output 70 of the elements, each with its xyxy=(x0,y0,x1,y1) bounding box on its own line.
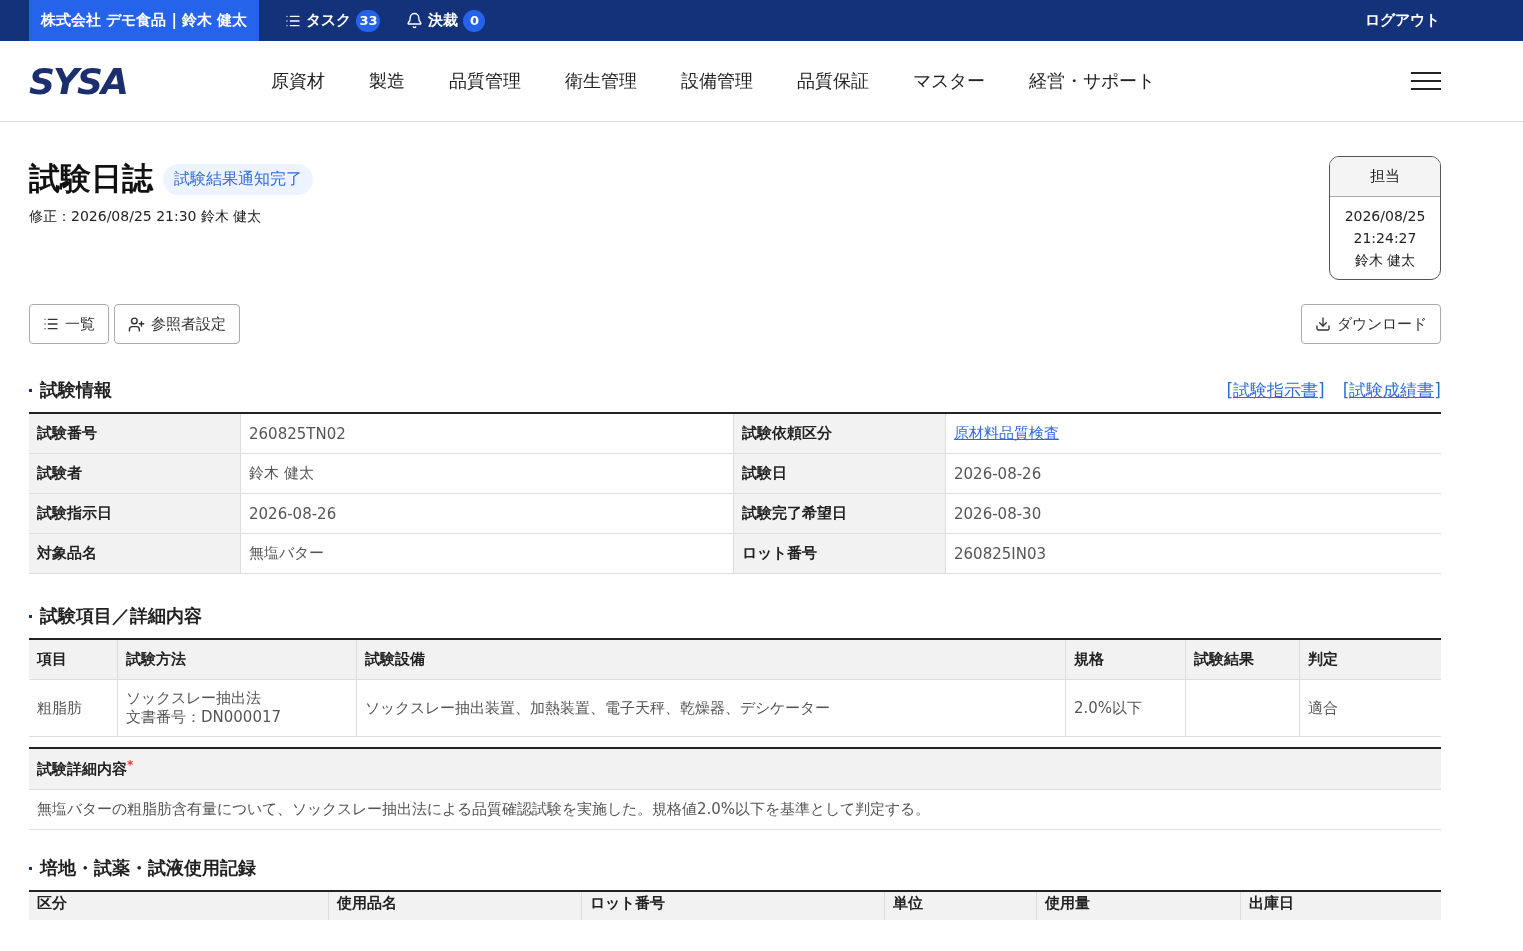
nav-item[interactable]: 製造 xyxy=(369,69,405,93)
tasks-label: タスク xyxy=(306,11,352,30)
approval-heading: 担当 xyxy=(1330,157,1440,197)
column-header: 区分 xyxy=(29,892,329,920)
modified-info: 修正：2026/08/25 21:30 鈴木 健太 xyxy=(29,208,263,226)
field-label: 試験者 xyxy=(29,454,241,494)
menu-icon[interactable] xyxy=(1411,71,1441,91)
section-title: 試験項目／詳細内容 xyxy=(29,604,202,628)
tasks-link[interactable]: タスク 33 xyxy=(285,9,381,32)
bell-icon xyxy=(406,12,424,29)
table-cell-text: 文書番号：DN000017 xyxy=(126,708,283,727)
field-value: 260825TN02 xyxy=(241,414,734,454)
column-header: 試験結果 xyxy=(1186,640,1300,680)
column-header: 判定 xyxy=(1300,640,1441,680)
list-button[interactable]: 一覧 xyxy=(29,304,109,344)
column-header: 規格 xyxy=(1066,640,1186,680)
column-header: 出庫日 xyxy=(1241,892,1441,920)
download-icon xyxy=(1315,316,1331,332)
column-header: 単位 xyxy=(885,892,1037,920)
download-button[interactable]: ダウンロード xyxy=(1301,304,1441,344)
viewer-settings-button[interactable]: 参照者設定 xyxy=(114,304,240,344)
field-value: 無塩バター xyxy=(241,534,734,574)
field-label: 対象品名 xyxy=(29,534,241,574)
column-header: 試験方法 xyxy=(118,640,357,680)
section-title: 試験情報 xyxy=(29,378,112,402)
list-icon xyxy=(43,316,59,332)
required-mark: * xyxy=(127,758,134,772)
approvals-link[interactable]: 決裁 0 xyxy=(406,9,486,32)
field-label: 試験番号 xyxy=(29,414,241,454)
status-badge: 試験結果通知完了 xyxy=(163,163,313,195)
user-add-icon xyxy=(128,315,145,333)
approval-name: 鈴木 健太 xyxy=(1353,251,1417,270)
detail-text: 無塩バターの粗脂肪含有量について、ソックスレー抽出法による品質確認試験を実施した。規格値2.0%以下を基準として判定する。 xyxy=(29,790,1441,830)
nav-item[interactable]: 品質保証 xyxy=(797,69,869,93)
logout-link[interactable]: ログアウト xyxy=(1365,11,1440,30)
table-cell: ソックスレー抽出装置、加熱装置、電子天秤、乾燥器、デシケーター xyxy=(357,680,1066,737)
field-label: 試験依頼区分 xyxy=(734,414,946,454)
column-header: 試験設備 xyxy=(357,640,1066,680)
approval-date: 2026/08/25 xyxy=(1343,207,1427,226)
field-value: 鈴木 健太 xyxy=(241,454,734,494)
approvals-label: 決裁 xyxy=(428,11,459,30)
section-title: 培地・試薬・試液使用記録 xyxy=(29,856,256,880)
nav-item[interactable]: 衛生管理 xyxy=(565,69,637,93)
column-header: ロット番号 xyxy=(582,892,885,920)
nav-item[interactable]: 品質管理 xyxy=(449,69,521,93)
nav-item[interactable]: 設備管理 xyxy=(681,69,753,93)
page-title: 試験日誌 xyxy=(29,159,153,198)
approvals-count-badge: 0 xyxy=(463,9,486,32)
nav-item[interactable]: 原資材 xyxy=(271,69,325,93)
table-cell: 粗脂肪 xyxy=(29,680,118,737)
tasks-count-badge: 33 xyxy=(356,9,381,32)
nav-item[interactable]: マスター xyxy=(913,69,985,93)
field-label: 試験日 xyxy=(734,454,946,494)
field-label: 試験指示日 xyxy=(29,494,241,534)
field-label: ロット番号 xyxy=(734,534,946,574)
field-value: 2026-08-26 xyxy=(241,494,734,534)
column-header: 項目 xyxy=(29,640,118,680)
field-link[interactable]: 原材料品質検査 xyxy=(954,424,1059,443)
detail-label: 試験詳細内容 xyxy=(37,759,127,779)
approval-time: 21:24:27 xyxy=(1352,229,1418,248)
nav-item[interactable]: 経営・サポート xyxy=(1029,69,1155,93)
column-header: 使用量 xyxy=(1037,892,1241,920)
table-cell: 2.0%以下 xyxy=(1066,680,1186,737)
logo: SYSA xyxy=(29,60,128,102)
document-link[interactable]: [試験成績書] xyxy=(1342,379,1441,400)
table-cell-text: ソックスレー抽出法 xyxy=(126,689,262,708)
document-link[interactable]: [試験指示書] xyxy=(1226,379,1325,400)
field-label: 試験完了希望日 xyxy=(734,494,946,534)
company-user-label[interactable]: 株式会社 デモ食品 | 鈴木 健太 xyxy=(29,0,260,41)
column-header: 使用品名 xyxy=(329,892,582,920)
